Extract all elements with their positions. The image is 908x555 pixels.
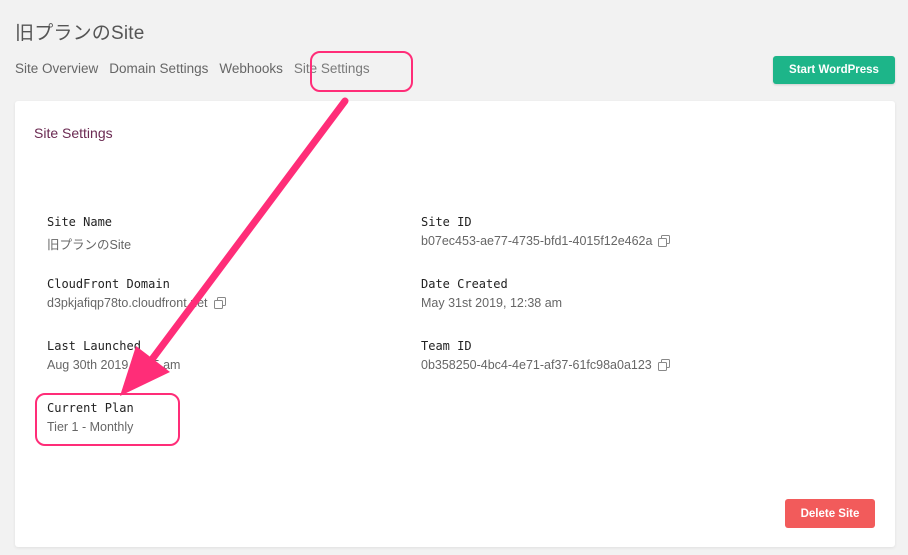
last-launched-label: Last Launched: [47, 339, 141, 353]
last-launched-field: Last Launched Aug 30th 2019, 1:45 am: [47, 339, 180, 372]
cloudfront-domain-value: d3pkjafiqp78to.cloudfront.net: [47, 296, 208, 310]
date-created-field: Date Created May 31st 2019, 12:38 am: [421, 277, 562, 310]
start-wordpress-button[interactable]: Start WordPress: [773, 56, 895, 84]
site-settings-card: Site Settings Site Name 旧プランのSite Site I…: [15, 101, 895, 547]
cloudfront-domain-label: CloudFront Domain: [47, 277, 170, 291]
site-name-label: Site Name: [47, 215, 113, 229]
team-id-label: Team ID: [421, 339, 472, 353]
card-title: Site Settings: [34, 125, 113, 141]
site-name-value: 旧プランのSite: [47, 238, 132, 252]
tab-domain-settings[interactable]: Domain Settings: [109, 61, 208, 76]
plan-highlight-box: [35, 393, 180, 446]
last-launched-value: Aug 30th 2019, 1:45 am: [47, 358, 181, 372]
team-id-value: 0b358250-4bc4-4e71-af37-61fc98a0a123: [421, 358, 652, 372]
copy-icon[interactable]: [213, 297, 226, 309]
date-created-label: Date Created: [421, 277, 508, 291]
tab-highlight-box: [310, 51, 413, 92]
copy-icon[interactable]: [657, 359, 670, 371]
delete-site-button[interactable]: Delete Site: [785, 499, 875, 528]
site-id-label: Site ID: [421, 215, 472, 229]
page-title: 旧プランのSite: [15, 23, 145, 44]
date-created-value: May 31st 2019, 12:38 am: [421, 296, 563, 310]
tab-webhooks[interactable]: Webhooks: [219, 61, 283, 76]
team-id-field: Team ID 0b358250-4bc4-4e71-af37-61fc98a0…: [421, 339, 670, 372]
cloudfront-domain-field: CloudFront Domain d3pkjafiqp78to.cloudfr…: [47, 277, 226, 310]
tab-site-overview[interactable]: Site Overview: [15, 61, 98, 76]
site-name-field: Site Name 旧プランのSite: [47, 215, 131, 253]
site-id-field: Site ID b07ec453-ae77-4735-bfd1-4015f12e…: [421, 215, 671, 248]
copy-icon[interactable]: [658, 235, 671, 247]
site-id-value: b07ec453-ae77-4735-bfd1-4015f12e462a: [421, 234, 653, 248]
